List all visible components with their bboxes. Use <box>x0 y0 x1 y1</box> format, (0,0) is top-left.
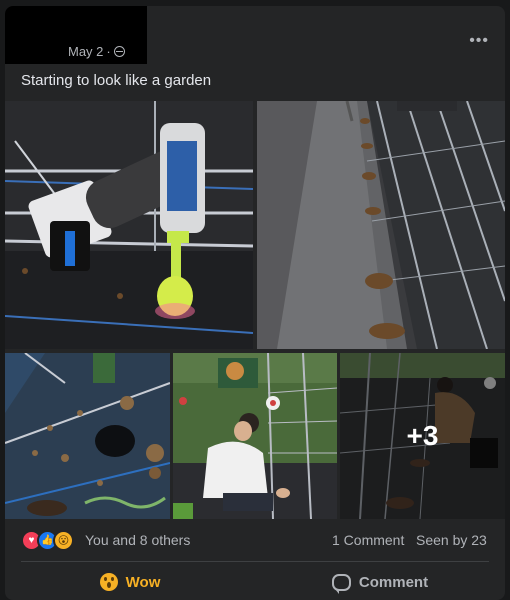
date-separator: · <box>106 44 111 59</box>
react-button-label: Wow <box>125 573 161 591</box>
photo-row-of-holes[interactable] <box>257 101 505 349</box>
post-card: May 2 · ••• Starting to look like a gard… <box>5 6 505 600</box>
reaction-icons[interactable]: ♥ 👍 😮 <box>21 530 74 551</box>
reactions-summary[interactable]: You and 8 others <box>85 532 190 548</box>
post-date[interactable]: May 2 · <box>68 44 125 59</box>
seen-by-count[interactable]: Seen by 23 <box>416 532 487 548</box>
divider <box>21 561 489 562</box>
wow-reaction-icon: 😮 <box>53 530 74 551</box>
action-bar: Wow Comment <box>5 564 505 600</box>
comment-icon <box>331 573 351 594</box>
photo-hole-closeup[interactable] <box>5 353 170 519</box>
more-options-button[interactable]: ••• <box>469 32 489 50</box>
more-photos-overlay[interactable]: +3 <box>340 353 505 519</box>
post-caption: Starting to look like a garden <box>21 72 212 89</box>
photo-more[interactable]: +3 <box>340 353 505 519</box>
post-date-text[interactable]: May 2 <box>68 44 103 59</box>
globe-icon <box>113 46 125 57</box>
wow-action-icon <box>99 573 118 591</box>
photo-drill[interactable] <box>5 101 253 349</box>
comment-button[interactable]: Comment <box>255 564 505 600</box>
photo-grid: +3 <box>5 101 505 519</box>
react-button[interactable]: Wow <box>5 564 255 600</box>
comment-button-label: Comment <box>358 573 429 591</box>
photo-woman-planting[interactable] <box>173 353 337 519</box>
comments-count[interactable]: 1 Comment <box>332 532 404 548</box>
post-stats: ♥ 👍 😮 You and 8 others 1 Comment Seen by… <box>5 526 505 552</box>
more-photos-count[interactable]: +3 <box>407 420 439 452</box>
